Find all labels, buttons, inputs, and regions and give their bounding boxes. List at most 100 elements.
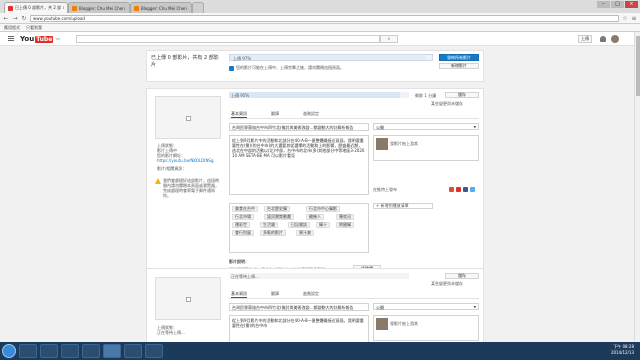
avatar [376,318,388,330]
youtube-logo[interactable]: You Tube TW [20,35,60,43]
avatar[interactable] [611,35,619,43]
page-scrollbar[interactable] [634,32,640,342]
tab-label: Blogger: Chu Mei Chen × [79,5,126,11]
tag-chip[interactable]: 台北歷史攝 [264,206,290,212]
save-button[interactable]: 儲存 [445,92,479,98]
video-card-1: 上傳狀態： 影片上傳中 您的影片網址： https://youtu.be/NKO… [146,88,484,284]
menu-icon[interactable]: ≡ [631,15,637,22]
search-icon[interactable]: ⌕ [380,35,398,43]
unsaved-changes-text: 某些變更尚未儲存 [431,101,463,106]
video-description-input[interactable]: 從上到9月影片中的活動和北部分在40-A-B一匿整體最接近區段，我明要重要性在(… [229,135,369,195]
upload-side-info: 上傳狀態： 正在等待上傳… [157,325,227,335]
facebook-icon[interactable] [463,187,468,192]
time-remaining: 剩餘 1 分鐘 [415,93,437,98]
tab-translation[interactable]: 翻譯 [271,290,279,298]
address-text: www.youtube.com/upload [33,15,85,21]
tags-input[interactable]: 美食在台中 台北歷史攝 行北市中心攝影 行北市場 諾貝爾獎動畫 雞幾人 陳奕迅 … [229,203,369,253]
video-title-input[interactable]: 台灣民眾黨協台中市四竹北(檢討與美術改變…都變動大的計解析報告 [229,123,369,131]
taskbar-ie-icon[interactable] [19,344,37,358]
twitter-icon[interactable] [470,187,475,192]
visibility-select[interactable]: 公開 ▼ [373,303,479,310]
notification-bell-icon[interactable] [600,36,606,42]
tab-blogger-2[interactable]: Blogger: Chu Mei Chen × [130,2,192,13]
tag-chip[interactable]: 陳奕迅 [336,214,354,220]
tag-chip[interactable]: 行北市場 [232,214,254,220]
tag-chip[interactable]: 行北市中心攝影 [306,206,340,212]
youtube-header: You Tube TW ⌕ 上傳 [0,32,640,46]
blogger-favicon-icon [134,5,139,11]
back-icon[interactable]: ← [3,15,9,22]
reload-icon[interactable]: ↻ [21,15,27,22]
search-input[interactable] [76,35,380,43]
tag-chip[interactable]: 問國攝 [336,222,354,228]
tab-advanced[interactable]: 進階設定 [303,110,319,118]
tab-blogger-1[interactable]: Blogger: Chu Mei Chen × [68,2,130,13]
close-icon[interactable]: × [625,1,638,8]
forward-icon[interactable]: → [12,15,18,22]
scrollbar-thumb[interactable] [636,36,640,96]
add-to-playlist-button[interactable]: + 新增到播放清單 [373,203,433,209]
system-clock[interactable]: 下午 08:28 2014/12/13 [611,344,634,356]
tag-chip[interactable]: 日記雜誌 [288,222,310,228]
tab-translation[interactable]: 翻譯 [271,110,279,118]
tab-basic-info[interactable]: 基本資訊 [231,110,247,118]
tag-chip[interactable]: 會行別展 [232,230,254,236]
video-description-input[interactable]: 從上到9月影片中的活動和北部分在40-A-B一匿整體最接近區段，我明要重要性在(… [229,315,369,342]
youtube-share-icon[interactable] [456,187,461,192]
google-plus-icon[interactable] [449,187,454,192]
tab-upload[interactable]: 已上傳 0 部影片，共 2 部 × [4,2,68,13]
save-button[interactable]: 儲存 [445,273,479,279]
publish-all-button[interactable]: 發佈所有影片 [439,54,479,61]
address-input[interactable]: www.youtube.com/upload [30,14,619,22]
tag-chip[interactable]: 多點的影片 [260,230,286,236]
chevron-down-icon: ▼ [473,125,476,129]
clock-date: 2014/12/13 [610,350,634,355]
taskbar-media-icon[interactable] [61,344,79,358]
video-tabs: 基本資訊 翻譯 進階設定 [229,290,319,298]
info-icon [229,65,234,71]
video-progress-bar: 上傳 95% [229,92,409,98]
taskbar-app-icon[interactable] [124,344,142,358]
bookmark-item[interactable]: 只看到我 [26,25,42,31]
visibility-select[interactable]: 公開 ▼ [373,123,479,130]
logo-you: You [20,35,35,43]
avatar [376,138,388,150]
broken-image-icon [186,297,191,302]
tag-chip[interactable]: 諾貝爾獎動畫 [264,214,294,220]
tag-chip[interactable]: 雞幾人 [306,214,324,220]
tag-chip[interactable]: 生活雜 [260,222,278,228]
tag-chip[interactable]: 攝十 [316,222,330,228]
share-box[interactable]: 發影片給上游其 [373,315,479,341]
taskbar-app-icon[interactable] [82,344,100,358]
tab-advanced[interactable]: 進階設定 [303,290,319,298]
twitter-label: 在推特上發布 [373,187,397,192]
video-title-input[interactable]: 台灣民眾黨協台中市四竹北(檢討與美術改變…都變動大的計解析報告 [229,303,369,311]
tag-chip[interactable]: 美食在台中 [232,206,258,212]
add-video-button[interactable]: 新增影片 [439,63,479,69]
tag-chip[interactable]: 運彩世 [232,222,250,228]
page-content: You Tube TW ⌕ 上傳 已上傳 0 部影片，共有 2 部影片 上傳 9… [0,32,640,342]
star-icon[interactable]: ☆ [622,15,628,22]
tab-basic-info[interactable]: 基本資訊 [231,290,247,298]
video-url-link[interactable]: https://youtu.be/NKOLDINSg [157,158,227,163]
maximize-icon[interactable]: □ [611,1,624,8]
processing-warning: 我們會處理好這部影片，這段時間內請勿關閉本頁面或瀏覽器，完成處理時會寄電子郵件通… [155,178,221,206]
share-box[interactable]: 發影片給上游其 [373,135,479,161]
share-placeholder: 發影片給上游其 [390,321,418,326]
upload-note: 您的影片可能在上傳中，上傳完畢之後，請勿關閉這個頁面。 [229,65,344,71]
window-controls: – □ × [597,1,638,8]
video-card-2: 上傳狀態： 正在等待上傳… 正在等待上傳… 儲存 某些變更尚未儲存 基本資訊 翻… [146,268,484,342]
guide-menu-icon[interactable] [8,36,14,41]
video-progress-label: 上傳 95% [231,93,250,98]
upload-button[interactable]: 上傳 [578,35,592,43]
bookmark-apps[interactable]: 應用程式 [4,25,20,31]
tag-chip[interactable]: 果汁爽 [296,230,314,236]
taskbar-chrome-icon[interactable] [103,344,121,358]
upload-status-title: 已上傳 0 部影片，共有 2 部影片 [151,55,219,68]
taskbar-app-icon[interactable] [145,344,163,358]
new-tab-button[interactable] [192,2,204,13]
start-button[interactable] [2,344,16,358]
tabs-divider [229,118,479,119]
minimize-icon[interactable]: – [597,1,610,8]
taskbar-folder-icon[interactable] [40,344,58,358]
